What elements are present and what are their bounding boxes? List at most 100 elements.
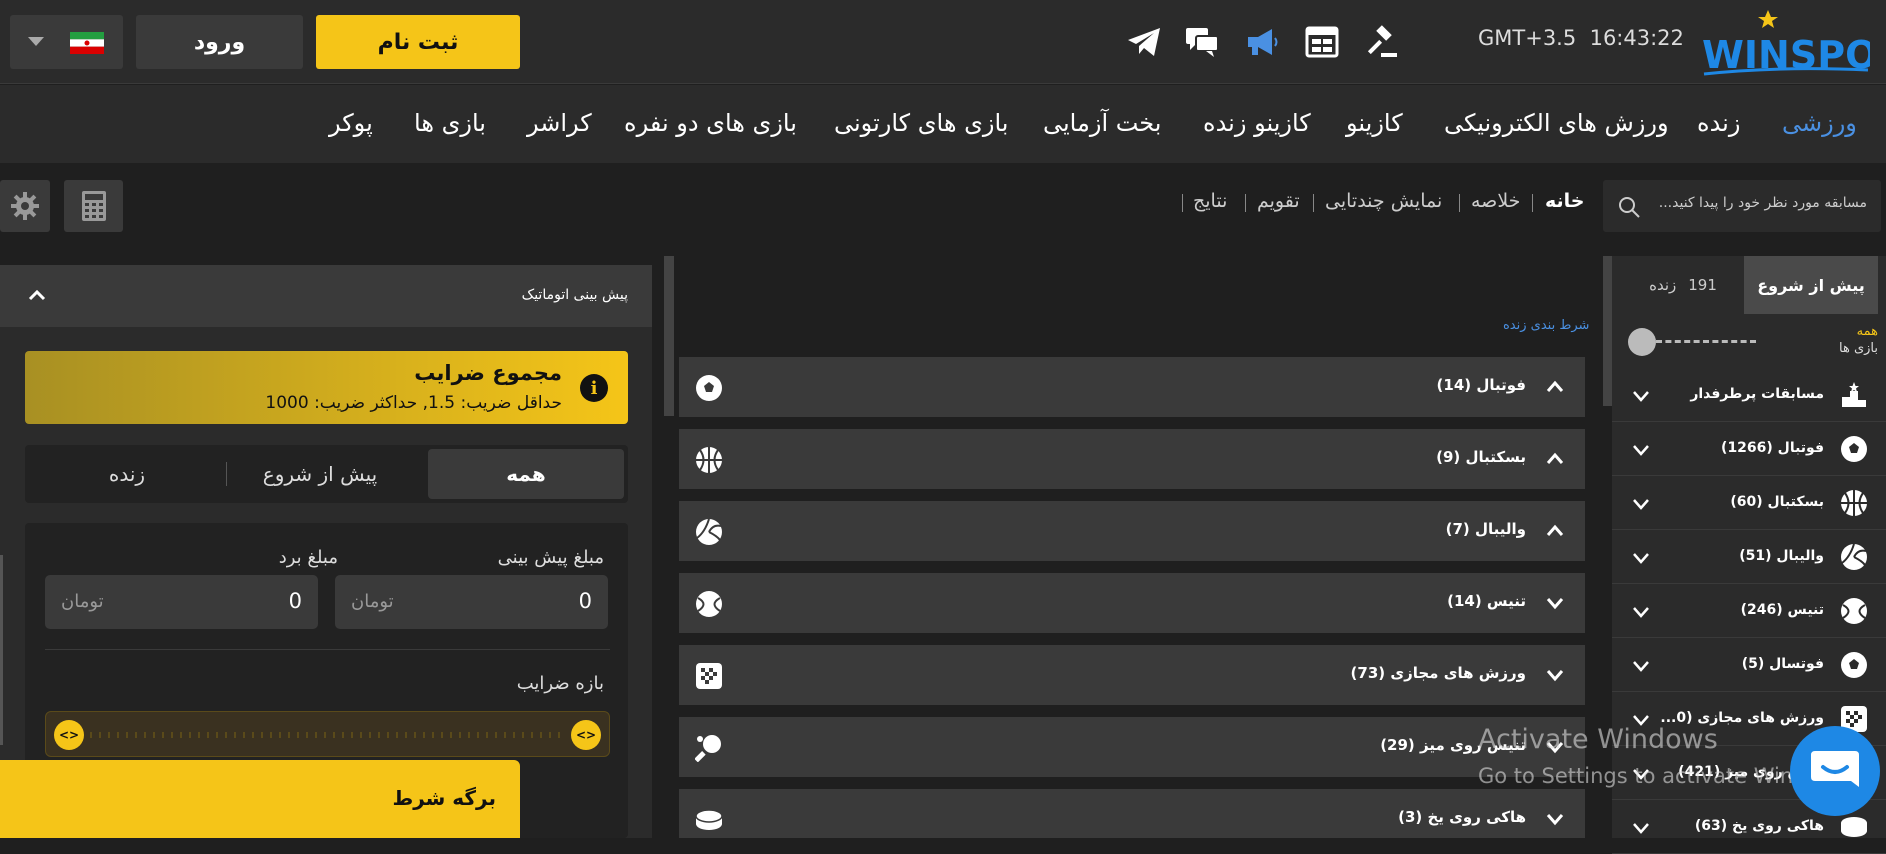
filter-all[interactable]: همه xyxy=(428,449,624,499)
betslip-label: برگه شرط xyxy=(392,786,496,810)
sidebar-item-volleyball[interactable]: والیبال (51) xyxy=(1612,530,1886,584)
chat-icon[interactable] xyxy=(1182,22,1222,62)
chevron-down-icon xyxy=(28,37,44,46)
range-min-handle[interactable]: <> xyxy=(54,720,84,750)
total-odds-title: مجموع ضرایب xyxy=(414,361,562,385)
settings-button[interactable] xyxy=(0,180,50,232)
futsal-icon xyxy=(1841,652,1867,678)
center-scrollbar[interactable] xyxy=(664,256,674,416)
megaphone-icon[interactable] xyxy=(1242,22,1282,62)
odds-range-slider[interactable]: <> <> xyxy=(45,711,610,757)
gavel-icon[interactable] xyxy=(1362,22,1402,62)
time-filter-track[interactable] xyxy=(1656,340,1756,344)
sport-count: (3) xyxy=(1398,808,1423,826)
sport-name: بسکتبال xyxy=(1465,448,1526,466)
nav-games[interactable]: بازی ها xyxy=(414,109,486,137)
podium-icon xyxy=(1842,382,1866,407)
nav-casino[interactable]: کازینو xyxy=(1346,109,1403,137)
sidebar-item-label: بسکتبال (60) xyxy=(1730,494,1824,510)
sidebar-item-label: فوتسال (5) xyxy=(1741,656,1824,672)
football-icon xyxy=(696,375,722,401)
win-amount-input[interactable]: 0 تومان xyxy=(45,575,318,629)
sport-count: (73) xyxy=(1350,664,1386,682)
chevron-up-icon xyxy=(1546,524,1564,536)
chevron-up-icon[interactable] xyxy=(28,289,46,301)
auto-bet-header[interactable]: پیش بینی اتوماتیک xyxy=(0,265,652,327)
tab-calendar[interactable]: تقویم xyxy=(1257,190,1300,212)
calendar-icon[interactable] xyxy=(1302,22,1342,62)
nav-live-casino[interactable]: کازینو زنده xyxy=(1203,109,1311,137)
chevron-down-icon xyxy=(1633,607,1649,618)
winsport-logo[interactable]: WINSPORT xyxy=(1700,8,1886,80)
sport-row-volleyball[interactable]: والیبال (7) xyxy=(679,501,1585,561)
stake-label: مبلغ پیش بینی xyxy=(497,547,604,568)
sport-row-football[interactable]: فوتبال (14) xyxy=(679,357,1585,417)
live-betting-link[interactable]: شرط بندی زنده xyxy=(1503,318,1589,333)
chevron-down-icon xyxy=(1546,598,1564,610)
live-label: زنده xyxy=(1649,276,1677,294)
time: 16:43:22 xyxy=(1589,26,1684,50)
sidebar-item-tennis[interactable]: تنیس (246) xyxy=(1612,584,1886,638)
tab-home[interactable]: خانه xyxy=(1545,190,1584,212)
nav-poker[interactable]: پوکر xyxy=(329,109,373,137)
chevron-up-icon xyxy=(1546,380,1564,392)
panel-scrollbar[interactable] xyxy=(0,555,3,745)
tab-divider xyxy=(1459,194,1460,212)
filter-live[interactable]: زنده xyxy=(29,449,225,499)
tennis-icon xyxy=(1841,598,1867,624)
sport-row-tennis[interactable]: تنیس (14) xyxy=(679,573,1585,633)
sport-name: فوتبال xyxy=(1476,376,1526,394)
sport-row-virtual-sports[interactable]: ورزش های مجازی (73) xyxy=(679,645,1585,705)
sidebar-item-label: هاکی روی یخ (63) xyxy=(1694,818,1824,834)
sidebar-item-futsal[interactable]: فوتسال (5) xyxy=(1612,638,1886,692)
filter-all-label: همه xyxy=(1856,324,1878,339)
sport-row-basketball[interactable]: بسکتبال (9) xyxy=(679,429,1585,489)
sport-count: (14) xyxy=(1447,592,1482,610)
calculator-button[interactable] xyxy=(64,180,123,232)
nav-lottery[interactable]: بخت آزمایی xyxy=(1043,109,1161,137)
nav-cartoon-games[interactable]: بازی های کارتونی xyxy=(834,109,1008,137)
nav-sports[interactable]: ورزشی xyxy=(1782,109,1857,137)
filter-prematch[interactable]: پیش از شروع xyxy=(222,449,418,499)
tab-prematch[interactable]: پیش از شروع xyxy=(1744,256,1878,314)
search-input[interactable]: مسابقه مورد نظر خود را پیدا کنید... xyxy=(1603,180,1881,232)
sidebar-item-popular[interactable]: مسابقات پرطرفدار xyxy=(1612,368,1886,422)
ice-hockey-icon xyxy=(1841,817,1867,837)
stake-input[interactable]: 0 تومان xyxy=(335,575,608,629)
time-filter-handle[interactable] xyxy=(1628,328,1656,356)
sport-name: ورزش های مجازی xyxy=(1390,664,1526,682)
games-label: بازی ها xyxy=(1839,341,1878,356)
nav-esports[interactable]: ورزش های الکترونیکی xyxy=(1444,109,1669,137)
tab-summary[interactable]: خلاصه xyxy=(1471,190,1520,212)
search-icon xyxy=(1619,197,1640,218)
chevron-down-icon xyxy=(1633,553,1649,564)
sport-count: (29) xyxy=(1380,736,1415,754)
betslip-button[interactable]: برگه شرط xyxy=(0,760,520,838)
tab-results[interactable]: نتایج xyxy=(1193,190,1227,212)
login-button[interactable]: ورود xyxy=(136,15,303,69)
nav-crasher[interactable]: کراشر xyxy=(527,109,592,137)
tennis-icon xyxy=(696,591,722,617)
sport-count: (7) xyxy=(1445,520,1470,538)
range-max-handle[interactable]: <> xyxy=(571,720,601,750)
total-odds-card: i مجموع ضرایب حداقل ضریب: 1.5, حداکثر ضر… xyxy=(25,351,628,424)
calculator-icon xyxy=(81,191,106,221)
chevron-down-icon xyxy=(1546,814,1564,826)
nav-live[interactable]: زنده xyxy=(1697,109,1740,137)
sidebar-item-football[interactable]: فوتبال (1266) xyxy=(1612,422,1886,476)
sport-row-table-tennis[interactable]: تنیس روی میز (29) xyxy=(679,717,1585,777)
tab-live[interactable]: 191 زنده xyxy=(1620,256,1746,314)
live-chat-button[interactable] xyxy=(1790,726,1880,816)
sport-row-ice-hockey[interactable]: هاکی روی یخ (3) xyxy=(679,789,1585,838)
total-odds-limits: حداقل ضریب: 1.5, حداکثر ضریب: 1000 xyxy=(265,393,562,413)
chevron-up-icon xyxy=(1546,452,1564,464)
telegram-icon[interactable] xyxy=(1124,22,1164,62)
info-icon[interactable]: i xyxy=(580,374,608,402)
sidebar-item-basketball[interactable]: بسکتبال (60) xyxy=(1612,476,1886,530)
register-button[interactable]: ثبت نام xyxy=(316,15,520,69)
nav-two-player-games[interactable]: بازی های دو نفره xyxy=(624,109,797,137)
language-select[interactable] xyxy=(10,15,123,69)
tab-multiview[interactable]: نمایش چندتایی xyxy=(1325,190,1442,212)
auto-bet-panel: پیش بینی اتوماتیک i مجموع ضرایب حداقل ضر… xyxy=(0,265,652,838)
volleyball-icon xyxy=(696,518,722,545)
